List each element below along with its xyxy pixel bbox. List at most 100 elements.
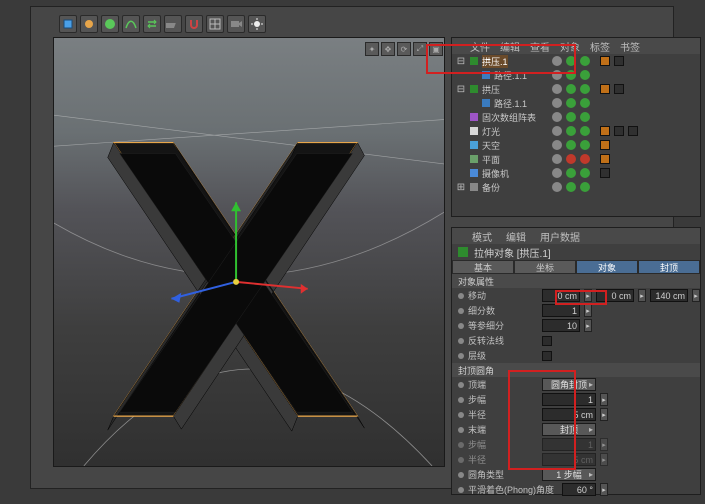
object-label[interactable]: 路径.1.1 [494, 69, 527, 82]
object-row[interactable]: 灯光 [452, 124, 700, 138]
tag-icon[interactable] [628, 126, 638, 136]
tab-caps[interactable]: 封顶 [638, 260, 700, 274]
steps1-spin[interactable]: ▸ [600, 393, 608, 406]
tag-icon[interactable] [614, 56, 624, 66]
tag-icon[interactable] [614, 84, 624, 94]
tool-swap-icon[interactable] [143, 15, 161, 33]
vis-dot[interactable] [580, 98, 590, 108]
menu-file[interactable]: 文件 [470, 39, 490, 54]
object-row[interactable]: 摄像机 [452, 166, 700, 180]
menu-userdata[interactable]: 用户数据 [540, 229, 580, 244]
fillet-type-dropdown[interactable]: 1 步幅 [542, 468, 596, 481]
vis-dot[interactable] [566, 56, 576, 66]
object-label[interactable]: 天空 [482, 139, 500, 152]
vis-dot[interactable] [580, 168, 590, 178]
vis-dot[interactable] [580, 112, 590, 122]
phong-input[interactable]: 60 ° [562, 483, 596, 496]
expand-toggle[interactable]: ⊞ [456, 182, 466, 193]
view-axis-icon[interactable]: ✦ [365, 42, 379, 56]
menu-bookmarks[interactable]: 书签 [620, 39, 640, 54]
iso-spin[interactable]: ▸ [584, 319, 592, 332]
tag-icon[interactable] [600, 56, 610, 66]
phong-spin[interactable]: ▸ [600, 483, 608, 496]
object-label[interactable]: 备份 [482, 181, 500, 194]
vis-dot[interactable] [552, 112, 562, 122]
vis-dot[interactable] [566, 168, 576, 178]
tool-cube-icon[interactable] [59, 15, 77, 33]
vis-dot[interactable] [552, 168, 562, 178]
object-row[interactable]: 路径.1.1 [452, 68, 700, 82]
vis-dot[interactable] [580, 126, 590, 136]
vis-dot[interactable] [552, 140, 562, 150]
radius1-spin[interactable]: ▸ [600, 408, 608, 421]
subdiv-input[interactable]: 1 [542, 304, 580, 317]
vis-dot[interactable] [566, 112, 576, 122]
vis-dot[interactable] [566, 98, 576, 108]
tool-brush-icon[interactable] [80, 15, 98, 33]
expand-toggle[interactable]: ⊟ [456, 84, 466, 95]
menu-edit[interactable]: 编辑 [500, 39, 520, 54]
vis-dot[interactable] [580, 154, 590, 164]
menu-edit2[interactable]: 编辑 [506, 229, 526, 244]
object-row[interactable]: ⊟ 拱压.1 [452, 54, 700, 68]
menu-tags[interactable]: 标签 [590, 39, 610, 54]
tool-floor-icon[interactable] [164, 15, 182, 33]
move-y-spin[interactable]: ▸ [638, 289, 646, 302]
vis-dot[interactable] [566, 126, 576, 136]
move-z-input[interactable]: 140 cm [650, 289, 688, 302]
iso-input[interactable]: 10 [542, 319, 580, 332]
object-row[interactable]: 天空 [452, 138, 700, 152]
view-frame-icon[interactable]: ▣ [429, 42, 443, 56]
hierarchy-checkbox[interactable] [542, 351, 552, 361]
vis-dot[interactable] [552, 56, 562, 66]
vis-dot[interactable] [566, 182, 576, 192]
vis-dot[interactable] [580, 56, 590, 66]
vis-dot[interactable] [552, 84, 562, 94]
expand-toggle[interactable]: ⊟ [456, 56, 466, 67]
vis-dot[interactable] [552, 154, 562, 164]
tool-light-icon[interactable] [248, 15, 266, 33]
view-pan-icon[interactable]: ✥ [381, 42, 395, 56]
steps1-input[interactable]: 1 [542, 393, 596, 406]
object-label[interactable]: 平面 [482, 153, 500, 166]
viewport[interactable] [53, 37, 445, 467]
vis-dot[interactable] [552, 182, 562, 192]
tag-icon[interactable] [600, 140, 610, 150]
view-rot-icon[interactable]: ⟳ [397, 42, 411, 56]
object-label[interactable]: 拱压.1 [482, 55, 508, 68]
vis-dot[interactable] [552, 126, 562, 136]
vis-dot[interactable] [566, 140, 576, 150]
tab-basic[interactable]: 基本 [452, 260, 514, 274]
object-label[interactable]: 灯光 [482, 125, 500, 138]
move-x-spin[interactable]: ▸ [584, 289, 592, 302]
object-row[interactable]: ⊞ 备份 [452, 180, 700, 194]
cap-end-dropdown[interactable]: 封顶 [542, 423, 596, 436]
vis-dot[interactable] [552, 98, 562, 108]
radius1-input[interactable]: 5 cm [542, 408, 596, 421]
vis-dot[interactable] [580, 84, 590, 94]
object-row[interactable]: 平面 [452, 152, 700, 166]
move-z-spin[interactable]: ▸ [692, 289, 700, 302]
vis-dot[interactable] [566, 70, 576, 80]
menu-mode[interactable]: 模式 [472, 229, 492, 244]
tag-icon[interactable] [614, 126, 624, 136]
menu-view[interactable]: 查看 [530, 39, 550, 54]
object-row[interactable]: 固次数组阵表 [452, 110, 700, 124]
vis-dot[interactable] [580, 70, 590, 80]
tag-icon[interactable] [600, 126, 610, 136]
tool-camera-icon[interactable] [227, 15, 245, 33]
subdiv-spin[interactable]: ▸ [584, 304, 592, 317]
menu-object[interactable]: 对象 [560, 39, 580, 54]
tool-bezier-icon[interactable] [122, 15, 140, 33]
vis-dot[interactable] [580, 182, 590, 192]
tool-sphere-icon[interactable] [101, 15, 119, 33]
vis-dot[interactable] [566, 154, 576, 164]
tab-object[interactable]: 对象 [576, 260, 638, 274]
cap-top-dropdown[interactable]: 圆角封顶 [542, 378, 596, 391]
object-label[interactable]: 摄像机 [482, 167, 509, 180]
tool-grid-icon[interactable] [206, 15, 224, 33]
tab-coord[interactable]: 坐标 [514, 260, 576, 274]
tag-icon[interactable] [600, 154, 610, 164]
tag-icon[interactable] [600, 84, 610, 94]
reverse-checkbox[interactable] [542, 336, 552, 346]
